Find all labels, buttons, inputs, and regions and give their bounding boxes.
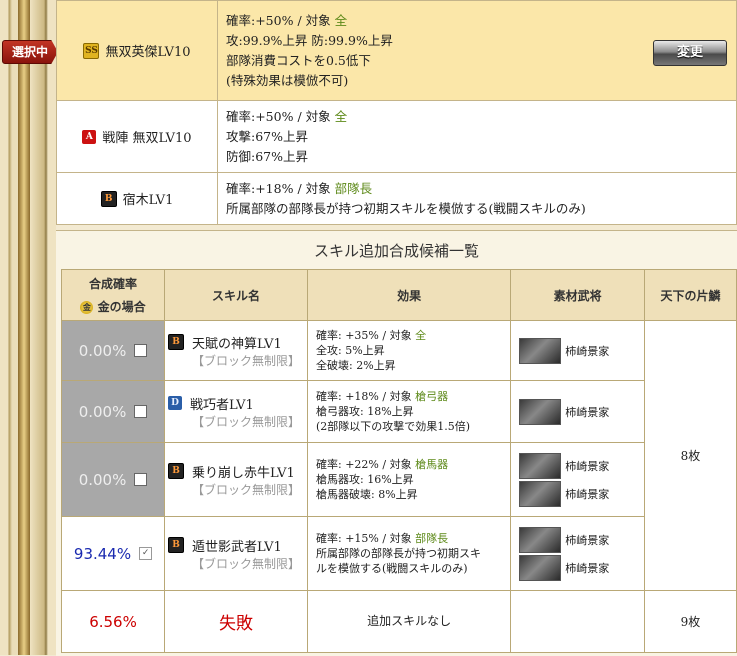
fail-row: 6.56% 失敗 追加スキルなし 9枚 — [60, 590, 737, 653]
candidate-checkbox[interactable] — [134, 473, 148, 486]
rank-a-icon: A — [82, 129, 97, 144]
slot-2-desc: 確率:+50% / 対象 全 攻撃:67%上昇 防御:67%上昇 — [217, 100, 737, 173]
skill-name: 遁世影武者LV1 — [192, 539, 282, 555]
col-tenka: 天下の片鱗 — [643, 269, 737, 321]
table-row: 0.00% D 戦巧者LV1 【ブロック無制限】 確率: +18% / 対象 槍弓器… — [60, 380, 737, 443]
material-general[interactable]: 柿崎景家 — [519, 398, 636, 425]
fail-tenka: 9枚 — [643, 590, 737, 653]
skill-effect: 確率: +22% / 対象 槍馬器 槍馬器攻: 16%上昇 槍馬器破壊: 8%上昇 — [306, 442, 512, 517]
table-row: 0.00% B 天賦の神算LV1 【ブロック無制限】 確率: +35% / 対象 全… — [60, 320, 737, 591]
slot-1[interactable]: SS 無双英傑LV10 — [56, 0, 218, 101]
frame-pole — [18, 0, 30, 655]
col-material: 素材武将 — [510, 269, 645, 321]
general-portrait-icon — [519, 398, 562, 425]
skill-name: 戦巧者LV1 — [190, 397, 254, 413]
slot-1-name: 無双英傑LV10 — [105, 45, 191, 60]
left-frame — [0, 0, 56, 655]
rate-value: 0.00% — [78, 341, 127, 360]
slot-2-name: 戦陣 無双LV10 — [102, 131, 192, 146]
material-general[interactable]: 柿崎景家 — [519, 554, 636, 581]
candidates-title: スキル追加合成候補一覧 — [313, 242, 479, 260]
candidates-section: スキル追加合成候補一覧 合成確率 金 金の場合 スキル名 効果 素材武将 天下の… — [56, 230, 737, 656]
skill-effect: 確率: +15% / 対象 部隊長 所属部隊の部隊長が持つ初期スキ ルを模倣する(戦… — [306, 516, 512, 591]
selected-tag: 選択中 — [2, 40, 58, 64]
rank-b-icon: B — [168, 463, 185, 479]
skill-name: 天賦の神算LV1 — [192, 336, 282, 352]
candidates-table: 合成確率 金 金の場合 スキル名 効果 素材武将 天下の片鱗 0.00% B 天賦… — [60, 269, 737, 653]
skill-effect: 確率: +18% / 対象 槍弓器 槍弓器攻: 18%上昇 (2部隊以下の攻撃で効果… — [306, 380, 512, 443]
general-portrait-icon — [519, 337, 562, 364]
tenka-count: 8枚 — [643, 320, 737, 591]
rate-value: 0.00% — [78, 402, 127, 421]
material-general[interactable]: 柿崎景家 — [519, 452, 636, 479]
candidate-checkbox[interactable] — [134, 405, 148, 418]
general-portrait-icon — [519, 526, 562, 553]
fail-rate: 6.56% — [89, 612, 137, 631]
col-skill: スキル名 — [164, 269, 308, 321]
material-general[interactable]: 柿崎景家 — [519, 526, 636, 553]
gold-coin-icon: 金 — [80, 301, 94, 314]
slot-2[interactable]: A 戦陣 無双LV10 — [56, 100, 218, 173]
fail-effect: 追加スキルなし — [306, 590, 512, 653]
rate-value: 93.44% — [73, 544, 132, 563]
general-portrait-icon — [519, 452, 562, 479]
slot-3-desc: 確率:+18% / 対象 部隊長 所属部隊の部隊長が持つ初期スキルを模倣する(戦… — [217, 172, 737, 225]
rank-b-icon: B — [168, 334, 185, 350]
change-button[interactable]: 変更 — [653, 40, 727, 66]
rank-b-icon: B — [168, 537, 185, 553]
material-general[interactable]: 柿崎景家 — [519, 337, 636, 364]
general-portrait-icon — [519, 480, 562, 507]
slot-3-name: 宿木LV1 — [122, 193, 174, 208]
rank-ss-icon: SS — [83, 42, 100, 59]
rank-d-icon: D — [168, 396, 183, 410]
candidate-checkbox[interactable] — [134, 344, 148, 357]
table-row: 0.00% B 乗り崩し赤牛LV1 【ブロック無制限】 確率: +22% / 対象 … — [60, 442, 737, 517]
skill-slots: SS 無双英傑LV10 確率:+50% / 対象 全 攻:99.9%上昇 防:99… — [56, 0, 737, 226]
skill-name: 乗り崩し赤牛LV1 — [192, 465, 295, 481]
skill-effect: 確率: +35% / 対象 全全攻: 5%上昇 全破壊: 2%上昇 — [306, 320, 512, 381]
general-portrait-icon — [519, 554, 562, 581]
col-rate: 合成確率 金 金の場合 — [60, 269, 166, 321]
rank-b-icon: B — [100, 190, 117, 207]
fail-label: 失敗 — [164, 590, 308, 653]
slot-3[interactable]: B 宿木LV1 — [56, 172, 218, 225]
candidate-checkbox-checked[interactable]: ✓ — [139, 547, 153, 560]
col-effect: 効果 — [306, 269, 512, 321]
rate-value: 0.00% — [78, 470, 127, 489]
table-row: 93.44% ✓ B 遁世影武者LV1 【ブロック無制限】 確率: +15% / 対象… — [60, 516, 737, 591]
material-general[interactable]: 柿崎景家 — [519, 480, 636, 507]
